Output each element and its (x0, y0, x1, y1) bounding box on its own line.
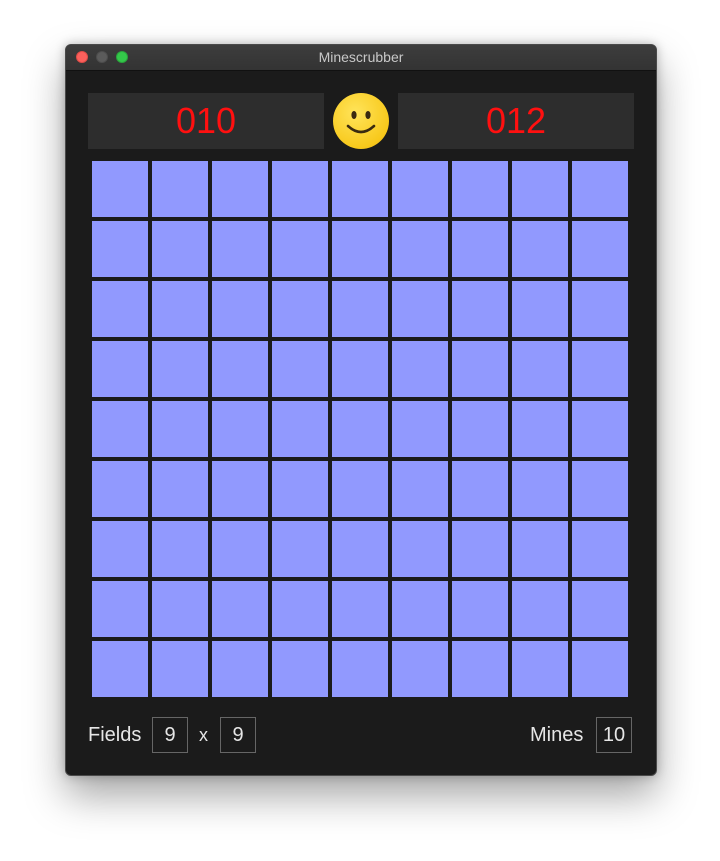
mines-label: Mines (530, 724, 584, 746)
minefield-cell[interactable] (572, 161, 628, 217)
minefield-cell[interactable] (92, 161, 148, 217)
minefield-cell[interactable] (392, 641, 448, 697)
window-title: Minescrubber (318, 49, 404, 65)
minefield-cell[interactable] (212, 161, 268, 217)
smiley-face-graphic (346, 111, 376, 134)
minefield-cell[interactable] (212, 341, 268, 397)
left-eye (351, 111, 357, 119)
minefield-cell[interactable] (272, 641, 328, 697)
minefield-cell[interactable] (572, 341, 628, 397)
minefield-cell[interactable] (272, 401, 328, 457)
minefield-cell[interactable] (452, 641, 508, 697)
minefield-cell[interactable] (152, 281, 208, 337)
minefield-cell[interactable] (152, 401, 208, 457)
elapsed-time-counter: 010 (88, 93, 324, 149)
minefield-cell[interactable] (272, 221, 328, 277)
minefield-cell[interactable] (452, 281, 508, 337)
right-eye (365, 111, 371, 119)
minefield-cell[interactable] (92, 341, 148, 397)
minefield-cell[interactable] (92, 461, 148, 517)
minefield-cell[interactable] (332, 461, 388, 517)
minefield-cell[interactable] (392, 461, 448, 517)
minefield-cell[interactable] (512, 521, 568, 577)
minefield-cell[interactable] (512, 641, 568, 697)
minefield-cell[interactable] (212, 641, 268, 697)
minefield-cell[interactable] (152, 221, 208, 277)
minefield-cell[interactable] (332, 221, 388, 277)
minefield-cell[interactable] (152, 641, 208, 697)
title-bar[interactable]: Minescrubber (66, 45, 656, 71)
minefield-cell[interactable] (272, 461, 328, 517)
minefield-cell[interactable] (452, 461, 508, 517)
minefield-cell[interactable] (512, 221, 568, 277)
smiley-face-icon[interactable] (333, 93, 389, 149)
minefield-cell[interactable] (152, 581, 208, 637)
minefield-cell[interactable] (92, 521, 148, 577)
smile-mouth (346, 124, 376, 134)
minefield-cell[interactable] (92, 641, 148, 697)
mine-counter: 012 (398, 93, 634, 149)
minefield-cell[interactable] (332, 641, 388, 697)
minefield-cell[interactable] (212, 581, 268, 637)
minefield-cell[interactable] (152, 341, 208, 397)
minefield-cell[interactable] (392, 341, 448, 397)
minefield-cell[interactable] (212, 401, 268, 457)
times-label: x (199, 725, 208, 745)
minefield-cell[interactable] (152, 161, 208, 217)
minefield-cell[interactable] (452, 221, 508, 277)
minefield-cell[interactable] (92, 281, 148, 337)
minefield-cell[interactable] (212, 221, 268, 277)
minefield-cell[interactable] (452, 401, 508, 457)
minefield-cell[interactable] (572, 281, 628, 337)
minefield-cell[interactable] (272, 581, 328, 637)
minefield-cell[interactable] (392, 401, 448, 457)
minefield-cell[interactable] (212, 281, 268, 337)
minefield-cell[interactable] (512, 341, 568, 397)
minefield-cell[interactable] (92, 581, 148, 637)
minefield-cell[interactable] (572, 641, 628, 697)
minefield-cell[interactable] (392, 281, 448, 337)
minefield-cell[interactable] (452, 341, 508, 397)
minefield-cell[interactable] (512, 461, 568, 517)
minefield-cell[interactable] (452, 581, 508, 637)
minefield-cell[interactable] (272, 341, 328, 397)
minefield-cell[interactable] (92, 221, 148, 277)
minefield-cell[interactable] (572, 461, 628, 517)
minefield-cell[interactable] (512, 581, 568, 637)
minefield-cell[interactable] (512, 401, 568, 457)
minefield-cell[interactable] (512, 161, 568, 217)
minefield-cell[interactable] (572, 401, 628, 457)
mines-count-input[interactable] (596, 717, 632, 753)
app-window: Minescrubber 010 012 Fields x Mines (65, 44, 657, 776)
minefield-cell[interactable] (332, 161, 388, 217)
minefield-cell[interactable] (212, 521, 268, 577)
minefield-grid (92, 161, 630, 699)
minefield-cell[interactable] (392, 581, 448, 637)
minefield-cell[interactable] (212, 461, 268, 517)
minefield-cell[interactable] (452, 161, 508, 217)
minefield-cell[interactable] (332, 521, 388, 577)
minefield-cell[interactable] (272, 281, 328, 337)
minefield-cell[interactable] (272, 161, 328, 217)
minefield-cell[interactable] (152, 461, 208, 517)
minefield-cell[interactable] (332, 341, 388, 397)
minefield-cell[interactable] (392, 161, 448, 217)
minefield-cell[interactable] (332, 581, 388, 637)
minefield-cell[interactable] (392, 521, 448, 577)
field-height-input[interactable] (220, 717, 256, 753)
field-width-input[interactable] (152, 717, 188, 753)
minefield-cell[interactable] (392, 221, 448, 277)
minefield-cell[interactable] (152, 521, 208, 577)
minefield-cell[interactable] (572, 581, 628, 637)
minefield-cell[interactable] (272, 521, 328, 577)
minefield-cell[interactable] (452, 521, 508, 577)
minefield-cell[interactable] (92, 401, 148, 457)
minefield-cell[interactable] (332, 281, 388, 337)
minefield-cell[interactable] (332, 401, 388, 457)
minefield-cell[interactable] (512, 281, 568, 337)
minefield-cell[interactable] (572, 221, 628, 277)
minefield-cell[interactable] (572, 521, 628, 577)
fields-label: Fields (88, 724, 142, 746)
